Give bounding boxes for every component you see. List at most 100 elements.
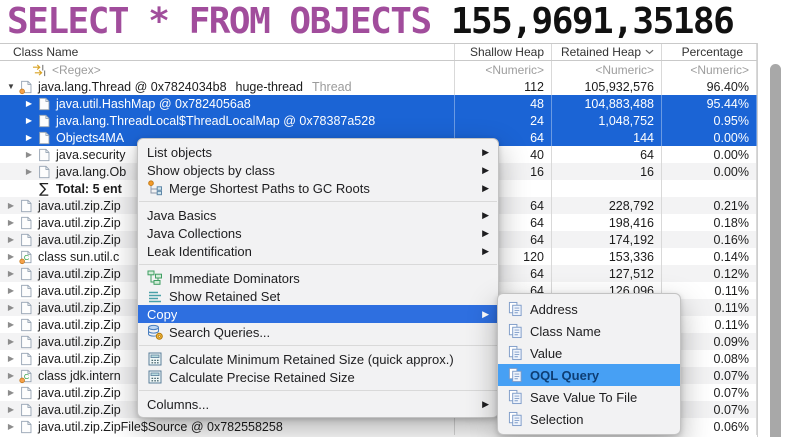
expand-arrow-icon[interactable]: ▶ — [4, 303, 18, 312]
vertical-scrollbar[interactable] — [757, 43, 791, 437]
class-name-label: java.util.zip.Zip — [38, 317, 121, 332]
menu-item-address[interactable]: Address — [498, 298, 680, 320]
class-name-label: Objects4MA — [56, 130, 125, 145]
class-name-label: java.util.zip.Zip — [38, 283, 121, 298]
scrollbar-thumb[interactable] — [770, 64, 781, 437]
class-name-label: java.util.zip.Zip — [38, 198, 121, 213]
column-header-percentage[interactable]: Percentage — [662, 44, 757, 60]
object-icon — [36, 147, 52, 163]
class-name-label: java.util.zip.Zip — [38, 402, 121, 417]
object-gcroot-icon — [18, 79, 34, 95]
calculator-icon — [147, 369, 164, 385]
retained-set-icon — [147, 288, 164, 304]
column-header-retained-heap[interactable]: Retained Heap — [552, 44, 662, 60]
menu-item-oql-query[interactable]: OQL Query — [498, 364, 680, 386]
menu-item-value[interactable]: Value — [498, 342, 680, 364]
object-icon — [36, 130, 52, 146]
table-row[interactable]: ▶ java.lang.ThreadLocal$ThreadLocalMap @… — [0, 112, 757, 129]
expand-arrow-icon[interactable]: ▶ — [22, 99, 36, 108]
menu-item-merge-shortest-paths-to-gc-roots[interactable]: Merge Shortest Paths to GC Roots ▶ — [138, 179, 498, 197]
menu-item-copy[interactable]: Copy ▶ — [138, 305, 498, 323]
copy-icon — [508, 323, 525, 339]
object-icon — [18, 232, 34, 248]
expand-arrow-icon[interactable]: ▶ — [4, 405, 18, 414]
class-name-label: java.lang.Ob — [56, 164, 127, 179]
menu-item-immediate-dominators[interactable]: Immediate Dominators — [138, 269, 498, 287]
class-icon: C — [18, 249, 34, 265]
menu-item-class-name[interactable]: Class Name — [498, 320, 680, 342]
shallow-heap-filter-field[interactable]: <Numeric> — [455, 61, 552, 78]
shallow-heap-value: 24 — [455, 112, 552, 129]
submenu-arrow-icon: ▶ — [482, 398, 489, 409]
class-name-label: class sun.util.c — [38, 249, 120, 264]
expand-arrow-icon[interactable]: ▶ — [22, 133, 36, 142]
menu-item-show-objects-by-class[interactable]: Show objects by class ▶ — [138, 161, 498, 179]
menu-item-selection[interactable]: Selection — [498, 408, 680, 430]
menu-separator — [139, 345, 497, 346]
table-header-row: Class Name Shallow Heap Retained Heap Pe… — [0, 44, 757, 61]
object-icon — [36, 164, 52, 180]
expand-arrow-icon[interactable]: ▶ — [4, 422, 18, 431]
retained-heap-value: 198,416 — [552, 214, 662, 231]
percentage-filter-field[interactable]: <Numeric> — [662, 61, 757, 78]
menu-item-java-basics[interactable]: Java Basics ▶ — [138, 206, 498, 224]
object-icon — [18, 317, 34, 333]
expand-arrow-icon[interactable]: ▶ — [4, 320, 18, 329]
menu-item-calculate-precise-retained-size[interactable]: Calculate Precise Retained Size — [138, 368, 498, 386]
menu-item-show-retained-set[interactable]: Show Retained Set — [138, 287, 498, 305]
table-filter-row: <Regex> <Numeric> <Numeric> <Numeric> — [0, 61, 757, 78]
table-row[interactable]: ▼ java.lang.Thread @ 0x7824034b8 huge-th… — [0, 78, 757, 95]
menu-item-leak-identification[interactable]: Leak Identification ▶ — [138, 242, 498, 260]
menu-item-search-queries[interactable]: Search Queries... — [138, 323, 498, 341]
table-row[interactable]: ▶ java.util.HashMap @ 0x7824056a8 48 104… — [0, 95, 757, 112]
percentage-value: 0.95% — [662, 112, 757, 129]
object-icon — [18, 385, 34, 401]
menu-item-columns[interactable]: Columns... ▶ — [138, 395, 498, 413]
thread-type-label: Thread — [311, 79, 352, 94]
class-name-label: class jdk.intern — [38, 368, 121, 383]
submenu-arrow-icon: ▶ — [482, 227, 489, 238]
retained-heap-value: 228,792 — [552, 197, 662, 214]
percentage-value: 0.00% — [662, 146, 757, 163]
shallow-heap-value: 48 — [455, 95, 552, 112]
object-icon — [18, 198, 34, 214]
retained-heap-value: 144 — [552, 129, 662, 146]
class-name-label: java.util.zip.Zip — [38, 232, 121, 247]
expand-arrow-icon[interactable]: ▶ — [4, 218, 18, 227]
object-icon — [18, 266, 34, 282]
expand-arrow-icon[interactable]: ▶ — [22, 116, 36, 125]
retained-heap-value: 1,048,752 — [552, 112, 662, 129]
calculator-icon — [147, 351, 164, 367]
expand-arrow-icon[interactable]: ▶ — [4, 286, 18, 295]
class-name-label: java.util.zip.Zip — [38, 334, 121, 349]
expand-arrow-icon[interactable]: ▶ — [4, 252, 18, 261]
expand-arrow-icon[interactable]: ▶ — [4, 371, 18, 380]
regex-filter-field[interactable]: <Regex> — [0, 61, 455, 78]
expand-arrow-icon[interactable]: ▶ — [4, 337, 18, 346]
oql-query-title: SELECT * FROM OBJECTS 155,9691,35186 — [0, 0, 791, 43]
menu-item-calculate-minimum-retained-size-quick-approx[interactable]: Calculate Minimum Retained Size (quick a… — [138, 350, 498, 368]
expand-arrow-icon[interactable]: ▶ — [4, 235, 18, 244]
retained-heap-filter-field[interactable]: <Numeric> — [552, 61, 662, 78]
menu-item-save-value-to-file[interactable]: Save Value To File — [498, 386, 680, 408]
percentage-value: 0.16% — [662, 231, 757, 248]
class-name-label: java.security — [56, 147, 126, 162]
class-name-label: java.util.zip.Zip — [38, 385, 121, 400]
expand-arrow-icon[interactable]: ▶ — [22, 167, 36, 176]
expand-arrow-icon[interactable]: ▶ — [4, 201, 18, 210]
menu-separator — [139, 201, 497, 202]
expand-arrow-icon[interactable]: ▶ — [4, 269, 18, 278]
expand-arrow-icon[interactable]: ▶ — [4, 388, 18, 397]
class-name-label: java.lang.Thread @ 0x7824034b8 — [38, 79, 227, 94]
object-icon — [36, 113, 52, 129]
expand-arrow-icon[interactable]: ▶ — [4, 354, 18, 363]
menu-item-list-objects[interactable]: List objects ▶ — [138, 143, 498, 161]
column-header-class-name[interactable]: Class Name — [0, 44, 455, 60]
expand-arrow-icon[interactable]: ▶ — [22, 150, 36, 159]
menu-item-java-collections[interactable]: Java Collections ▶ — [138, 224, 498, 242]
expand-arrow-icon[interactable]: ▼ — [4, 82, 18, 91]
column-header-shallow-heap[interactable]: Shallow Heap — [455, 44, 552, 60]
thread-name-label: huge-thread — [235, 79, 303, 94]
percentage-value — [662, 180, 757, 197]
menu-separator — [139, 390, 497, 391]
